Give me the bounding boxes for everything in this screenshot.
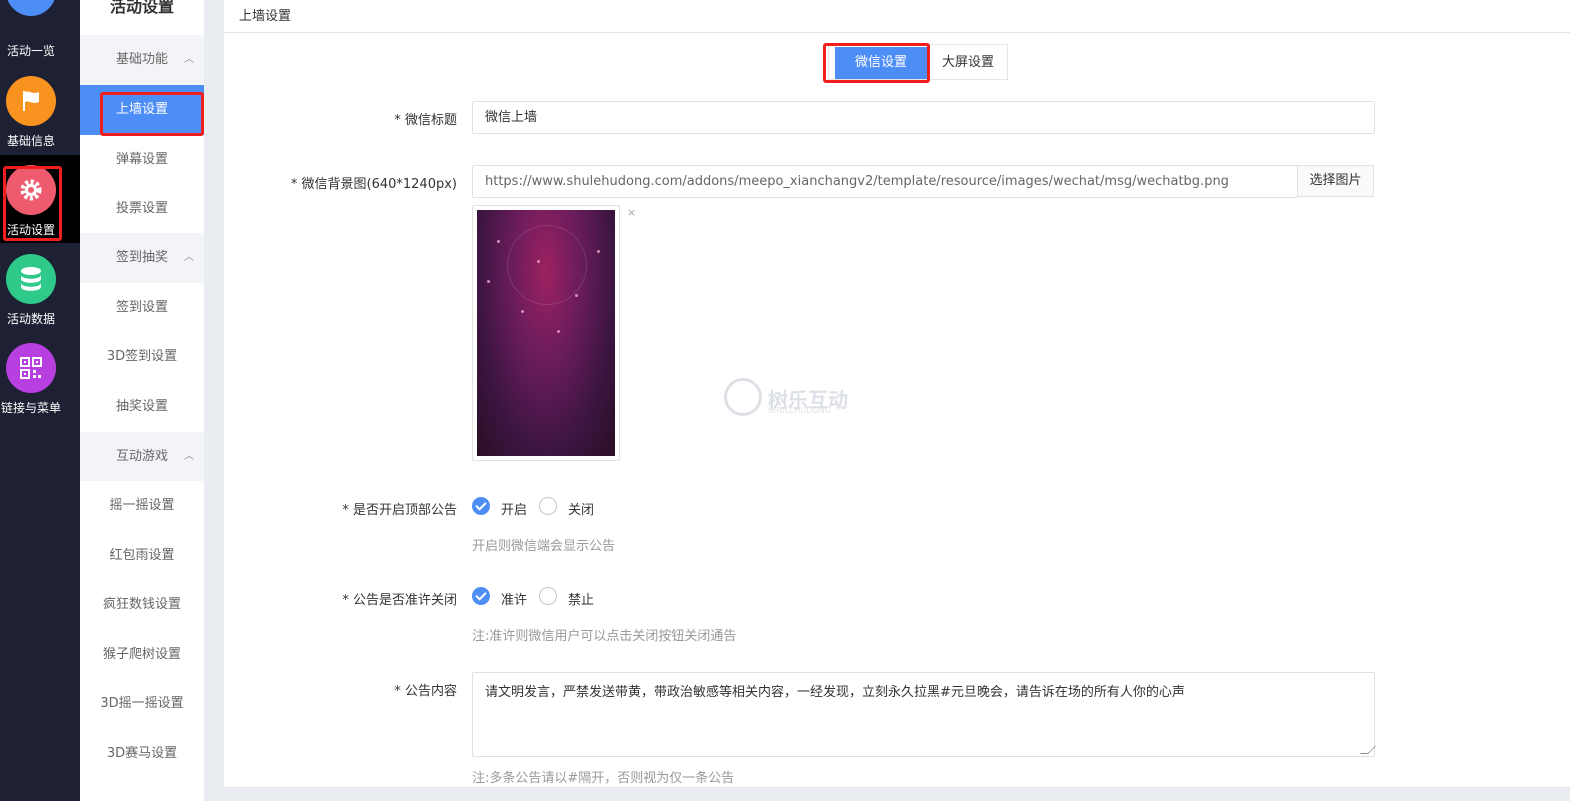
rail-item-activity-settings[interactable]: 活动设置 xyxy=(0,155,80,243)
radio-notice-on-label[interactable]: 开启 xyxy=(501,499,527,518)
submenu-item-signin[interactable]: 签到设置 xyxy=(80,283,204,333)
submenu-group-games[interactable]: 互动游戏 ︿ xyxy=(80,432,204,482)
monitor-icon xyxy=(6,0,56,16)
wechat-title-label: * 微信标题 xyxy=(394,113,457,128)
top-notice-hint: 开启则微信端会显示公告 xyxy=(472,539,616,554)
submenu-item-wall-settings[interactable]: 上墙设置 xyxy=(80,85,204,135)
scroll-gutter xyxy=(1570,0,1582,801)
choose-image-button[interactable]: 选择图片 xyxy=(1297,165,1374,197)
radio-notice-off-label[interactable]: 关闭 xyxy=(568,499,594,518)
wechat-bg-label: * 微信背景图(640*1240px) xyxy=(290,177,457,192)
panel-header: 上墙设置 xyxy=(224,0,1570,33)
rail-item-basic-info[interactable]: 基础信息 xyxy=(0,76,80,160)
flag-icon xyxy=(6,76,56,126)
bg-image xyxy=(477,210,615,456)
chevron-up-icon: ︿ xyxy=(184,451,194,462)
submenu-item-red-packet[interactable]: 红包雨设置 xyxy=(80,531,204,581)
rail-item-overview[interactable]: 活动一览 xyxy=(0,0,80,58)
submenu-item-3d-shake[interactable]: 3D摇一摇设置 xyxy=(80,679,204,729)
submenu-title: 活动设置 xyxy=(80,0,204,34)
rail-label: 链接与菜单 xyxy=(0,401,61,415)
group-label: 基础功能 xyxy=(116,52,169,67)
tab-wechat-settings[interactable]: 微信设置 xyxy=(835,47,927,79)
rail-label: 活动数据 xyxy=(6,312,55,326)
radio-notice-off[interactable] xyxy=(539,497,557,515)
wechat-title-input[interactable]: 微信上墙 xyxy=(472,101,1375,134)
submenu-item-vote[interactable]: 投票设置 xyxy=(80,184,204,234)
radio-allow-close-label[interactable]: 准许 xyxy=(501,589,527,608)
allow-close-hint: 注:准许则微信用户可以点击关闭按钮关闭通告 xyxy=(472,629,737,644)
database-icon xyxy=(6,254,56,304)
app-rail: 活动一览 基础信息 活动设置 活动数据 链接与菜单 xyxy=(0,0,80,801)
gear-icon xyxy=(6,165,56,215)
radio-allow-close[interactable] xyxy=(472,587,490,605)
notice-content-hint: 注:多条公告请以#隔开，否则视为仅一条公告 xyxy=(472,771,735,786)
remove-image-icon[interactable]: × xyxy=(627,206,636,219)
rail-label: 活动设置 xyxy=(6,223,55,237)
main-panel: 上墙设置 微信设置 大屏设置 * 微信标题 微信上墙 * 微信背景图(640*1… xyxy=(224,0,1570,788)
group-label: 互动游戏 xyxy=(116,449,169,464)
submenu-item-lottery[interactable]: 抽奖设置 xyxy=(80,382,204,432)
radio-notice-on[interactable] xyxy=(472,497,490,515)
notice-content-text: 请文明发言，严禁发送带黄，带政治敏感等相关内容，一经发现，立刻永久拉黑#元旦晚会… xyxy=(485,685,1185,700)
top-notice-label: * 是否开启顶部公告 xyxy=(342,503,457,518)
submenu-item-3d-signin[interactable]: 3D签到设置 xyxy=(80,332,204,382)
submenu-item-3d-horse[interactable]: 3D赛马设置 xyxy=(80,729,204,779)
wechat-bg-url-input[interactable]: https://www.shulehudong.com/addons/meepo… xyxy=(472,165,1298,198)
group-label: 签到抽奖 xyxy=(116,250,169,265)
notice-content-textarea[interactable]: 请文明发言，严禁发送带黄，带政治敏感等相关内容，一经发现，立刻永久拉黑#元旦晚会… xyxy=(472,672,1376,757)
resize-handle-icon[interactable] xyxy=(1360,746,1376,754)
bg-image-preview xyxy=(472,205,620,461)
submenu-item-monkey-climb[interactable]: 猴子爬树设置 xyxy=(80,630,204,680)
chevron-up-icon: ︿ xyxy=(184,252,194,263)
sub-menu: 活动设置 基础功能 ︿ 上墙设置 弹幕设置 投票设置 签到抽奖 ︿ 签到设置 3… xyxy=(80,0,204,801)
submenu-item-danmaku[interactable]: 弹幕设置 xyxy=(80,135,204,185)
tab-screen-settings[interactable]: 大屏设置 xyxy=(929,47,1007,79)
settings-tabs: 微信设置 大屏设置 xyxy=(828,44,1008,80)
submenu-group-basic[interactable]: 基础功能 ︿ xyxy=(80,35,204,85)
rail-item-links-menu[interactable]: 链接与菜单 xyxy=(0,343,80,427)
submenu-item-shake[interactable]: 摇一摇设置 xyxy=(80,481,204,531)
radio-forbid-close-label[interactable]: 禁止 xyxy=(568,589,594,608)
allow-close-label: * 公告是否准许关闭 xyxy=(342,593,457,608)
submenu-group-signin[interactable]: 签到抽奖 ︿ xyxy=(80,233,204,283)
notice-content-label: * 公告内容 xyxy=(394,684,457,699)
radio-forbid-close[interactable] xyxy=(539,587,557,605)
page-title: 上墙设置 xyxy=(239,9,292,24)
qrcode-icon xyxy=(6,343,56,393)
submenu-item-count-money[interactable]: 疯狂数钱设置 xyxy=(80,580,204,630)
rail-label: 基础信息 xyxy=(6,134,55,148)
rail-label: 活动一览 xyxy=(6,44,55,58)
rail-item-activity-data[interactable]: 活动数据 xyxy=(0,254,80,338)
chevron-up-icon: ︿ xyxy=(184,54,194,65)
